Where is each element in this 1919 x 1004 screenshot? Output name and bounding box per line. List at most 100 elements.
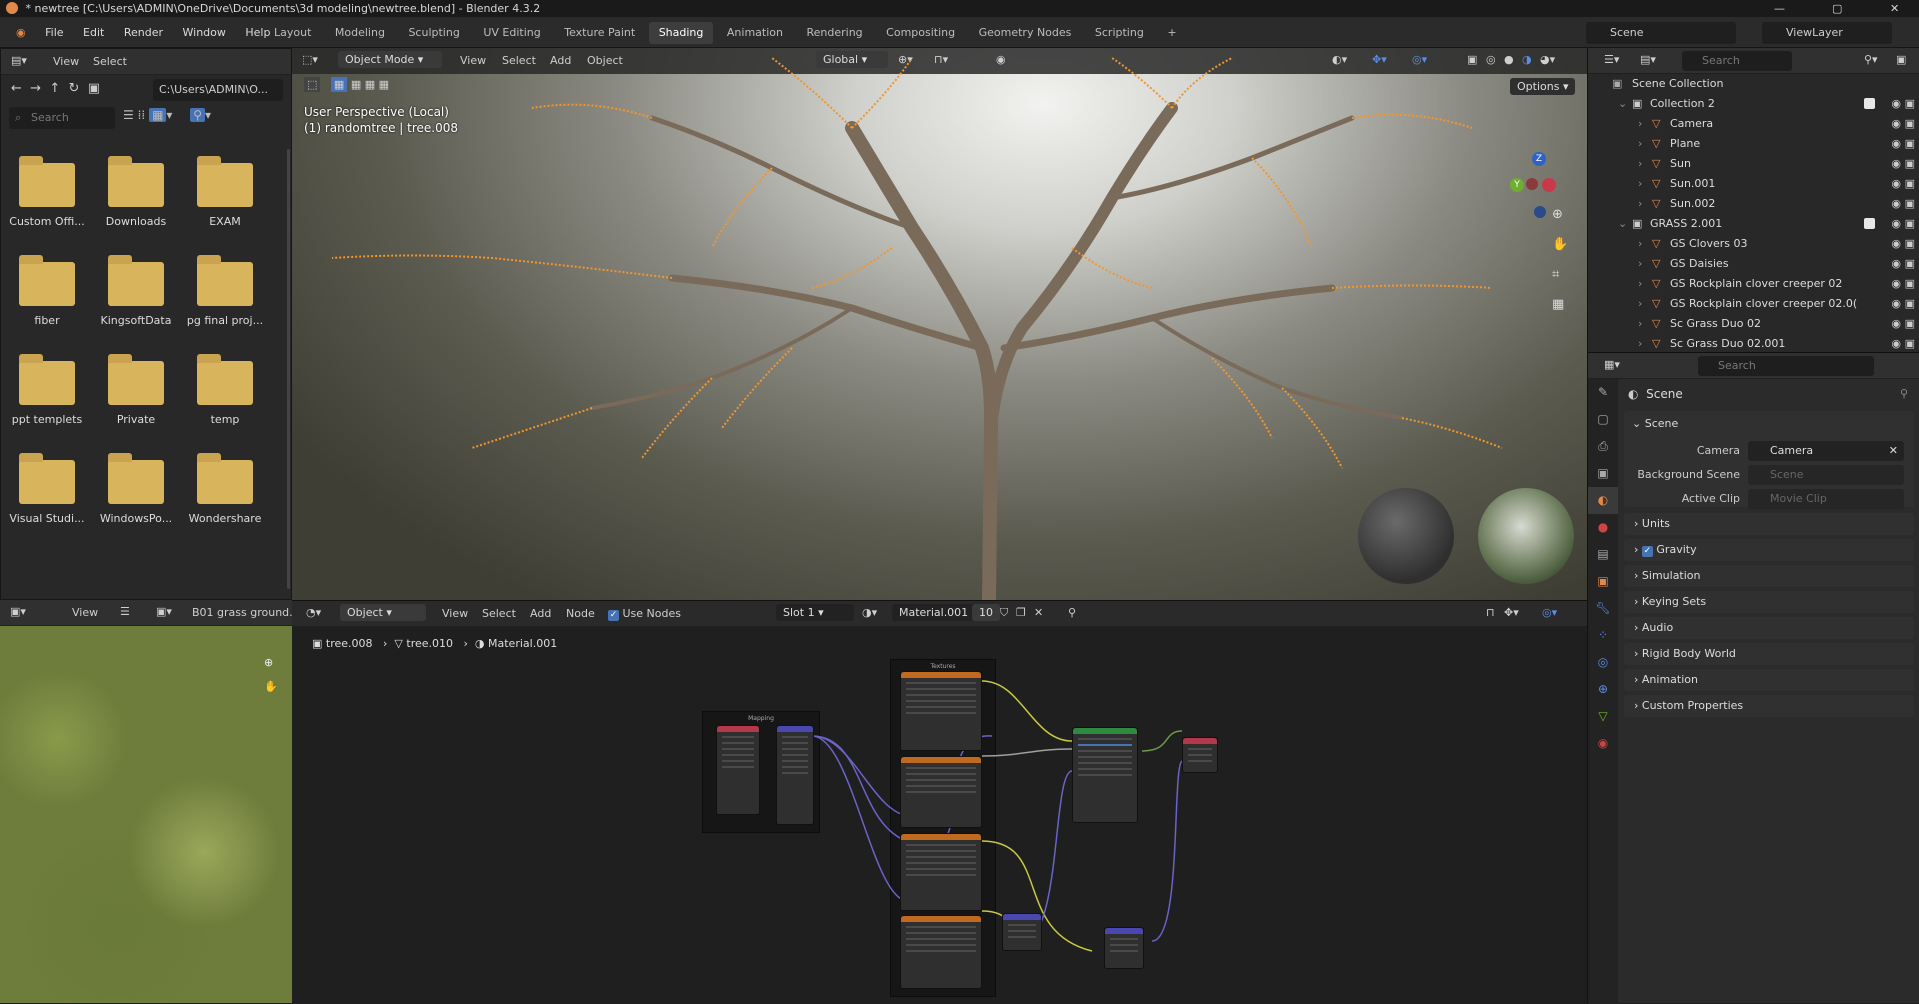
folder-item[interactable]: Custom Offi... xyxy=(7,156,87,228)
visibility-eye-icon[interactable]: ◉ xyxy=(1891,94,1901,114)
expand-toggle-icon[interactable]: › xyxy=(1638,234,1642,254)
gizmo-y-axis[interactable]: Y xyxy=(1510,178,1524,192)
world-tab-icon[interactable]: ● xyxy=(1588,514,1618,541)
roughness-image-node[interactable] xyxy=(900,756,982,828)
view-layer-tab-icon[interactable]: ▣ xyxy=(1588,460,1618,487)
base-color-image-node[interactable] xyxy=(900,671,982,751)
render-camera-icon[interactable]: ▣ xyxy=(1905,334,1915,354)
outliner-row[interactable]: › ▽ GS Daisies ◉ ▣ xyxy=(1588,254,1919,274)
tab-uv-editing[interactable]: UV Editing xyxy=(473,22,550,44)
panel-simulation[interactable]: › Simulation xyxy=(1624,565,1914,587)
gizmo-neg-z-axis[interactable] xyxy=(1534,206,1546,218)
expand-toggle-icon[interactable]: › xyxy=(1638,174,1642,194)
image-name-field[interactable]: B01 grass ground.. xyxy=(192,606,296,619)
minimize-button[interactable]: — xyxy=(1774,0,1785,17)
thumbnail-view-icon[interactable]: ▦ xyxy=(149,108,167,122)
tab-layout[interactable]: Layout xyxy=(264,22,321,44)
file-menu-view[interactable]: View xyxy=(53,55,79,68)
shader-node-editor[interactable]: ◔▾ Object ▾ View Select Add Node ✓ Use N… xyxy=(292,600,1587,1003)
folder-item[interactable]: pg final proj... xyxy=(185,255,265,327)
output-tab-icon[interactable]: ⎙ xyxy=(1588,433,1618,460)
list-view-icon[interactable]: ☰ xyxy=(123,108,134,122)
tab-scripting[interactable]: Scripting xyxy=(1085,22,1154,44)
visibility-eye-icon[interactable]: ◉ xyxy=(1891,314,1901,334)
properties-pin-icon[interactable]: ⚲ xyxy=(1900,387,1908,400)
expand-toggle-icon[interactable]: › xyxy=(1638,254,1642,274)
expand-toggle-icon[interactable]: ⌄ xyxy=(1618,214,1627,234)
outliner-row[interactable]: › ▽ Sun.001 ◉ ▣ xyxy=(1588,174,1919,194)
outliner-filter-icon[interactable]: ⚲▾ xyxy=(1864,53,1878,66)
3d-viewport[interactable]: ⬚▾ Object Mode ▾ View Select Add Object … xyxy=(292,48,1587,600)
object-tab-icon[interactable]: ▣ xyxy=(1588,568,1618,595)
render-camera-icon[interactable]: ▣ xyxy=(1905,314,1915,334)
file-scrollbar[interactable] xyxy=(287,149,290,589)
outliner-row[interactable]: ⌄ ▣ Collection 2 ◉ ▣ xyxy=(1588,94,1919,114)
constraints-tab-icon[interactable]: ⊕ xyxy=(1588,676,1618,703)
tool-tab-icon[interactable]: ✎ xyxy=(1588,379,1618,406)
folder-item[interactable]: EXAM xyxy=(185,156,265,228)
physics-tab-icon[interactable]: ◎ xyxy=(1588,649,1618,676)
editor-type-icon[interactable]: ▤▾ xyxy=(11,54,27,67)
close-button[interactable]: ✕ xyxy=(1890,0,1899,17)
render-camera-icon[interactable]: ▣ xyxy=(1905,234,1915,254)
panel-keying-sets[interactable]: › Keying Sets xyxy=(1624,591,1914,613)
outliner-row[interactable]: › ▽ GS Rockplain clover creeper 02.0(◉ ▣ xyxy=(1588,294,1919,314)
expand-toggle-icon[interactable]: › xyxy=(1638,114,1642,134)
visibility-eye-icon[interactable]: ◉ xyxy=(1891,254,1901,274)
gizmo-neg-x-axis[interactable] xyxy=(1526,178,1538,190)
render-camera-icon[interactable]: ▣ xyxy=(1905,274,1915,294)
background-scene-field[interactable]: Scene xyxy=(1748,465,1904,485)
exclude-checkbox[interactable] xyxy=(1864,218,1875,229)
expand-toggle-icon[interactable]: ⌄ xyxy=(1618,94,1627,114)
visibility-eye-icon[interactable]: ◉ xyxy=(1891,214,1901,234)
short-list-icon[interactable]: ⁞⁞ xyxy=(138,108,146,122)
image-type-icon[interactable]: ▣▾ xyxy=(156,605,172,618)
visibility-eye-icon[interactable]: ◉ xyxy=(1891,114,1901,134)
render-camera-icon[interactable]: ▣ xyxy=(1905,174,1915,194)
folder-item[interactable]: KingsoftData xyxy=(96,255,176,327)
texture-coordinate-node[interactable] xyxy=(716,725,760,815)
properties-type-icon[interactable]: ▦▾ xyxy=(1604,358,1620,371)
folder-item[interactable]: ppt templets xyxy=(7,354,87,426)
folder-item[interactable]: Downloads xyxy=(96,156,176,228)
zoom-icon[interactable]: ⊕ xyxy=(1552,200,1568,230)
outliner-row[interactable]: › ▽ GS Rockplain clover creeper 02 ◉ ▣ xyxy=(1588,274,1919,294)
display-mode-icon[interactable]: ▤▾ xyxy=(1640,53,1656,66)
render-camera-icon[interactable]: ▣ xyxy=(1905,114,1915,134)
collection-tab-icon[interactable]: ▤ xyxy=(1588,541,1618,568)
tab-geometry-nodes[interactable]: Geometry Nodes xyxy=(969,22,1082,44)
file-search-input[interactable]: ⌕ Search xyxy=(9,107,115,129)
render-camera-icon[interactable]: ▣ xyxy=(1905,194,1915,214)
material-tab-icon[interactable]: ◉ xyxy=(1588,730,1618,757)
render-camera-icon[interactable]: ▣ xyxy=(1905,94,1915,114)
back-arrow-icon[interactable]: ← xyxy=(11,81,22,96)
outliner-row[interactable]: › ▽ GS Clovers 03 ◉ ▣ xyxy=(1588,234,1919,254)
image-menu-icon[interactable]: ☰ xyxy=(120,605,130,618)
outliner-row[interactable]: › ▽ Camera ◉ ▣ xyxy=(1588,114,1919,134)
active-clip-field[interactable]: Movie Clip xyxy=(1748,489,1904,509)
image-view-menu[interactable]: View xyxy=(72,606,98,619)
render-tab-icon[interactable]: ▢ xyxy=(1588,406,1618,433)
visibility-eye-icon[interactable]: ◉ xyxy=(1891,174,1901,194)
modifier-tab-icon[interactable]: 🔧︎ xyxy=(1588,595,1618,622)
exclude-checkbox[interactable] xyxy=(1864,98,1875,109)
folder-item[interactable]: fiber xyxy=(7,255,87,327)
displacement-node[interactable] xyxy=(1104,927,1144,969)
camera-field[interactable]: Camera ✕ xyxy=(1748,441,1904,461)
render-camera-icon[interactable]: ▣ xyxy=(1905,134,1915,154)
panel-audio[interactable]: › Audio xyxy=(1624,617,1914,639)
image-zoom-icon[interactable]: ⊕ xyxy=(264,656,273,669)
path-field[interactable]: C:\Users\ADMIN\O... xyxy=(153,79,283,101)
folder-item[interactable]: temp xyxy=(185,354,265,426)
refresh-icon[interactable]: ↻ xyxy=(69,81,80,96)
menu-render[interactable]: Render xyxy=(116,17,171,48)
visibility-eye-icon[interactable]: ◉ xyxy=(1891,234,1901,254)
outliner-row[interactable]: › ▽ Sun ◉ ▣ xyxy=(1588,154,1919,174)
outliner-type-icon[interactable]: ☰▾ xyxy=(1604,53,1619,66)
panel-units[interactable]: › Units xyxy=(1624,513,1914,535)
normal-image-node[interactable] xyxy=(900,915,982,989)
add-workspace-button[interactable]: + xyxy=(1157,22,1186,44)
folder-item[interactable]: Visual Studi... xyxy=(7,453,87,525)
tab-compositing[interactable]: Compositing xyxy=(876,22,965,44)
pan-hand-icon[interactable]: ✋ xyxy=(1552,230,1568,260)
